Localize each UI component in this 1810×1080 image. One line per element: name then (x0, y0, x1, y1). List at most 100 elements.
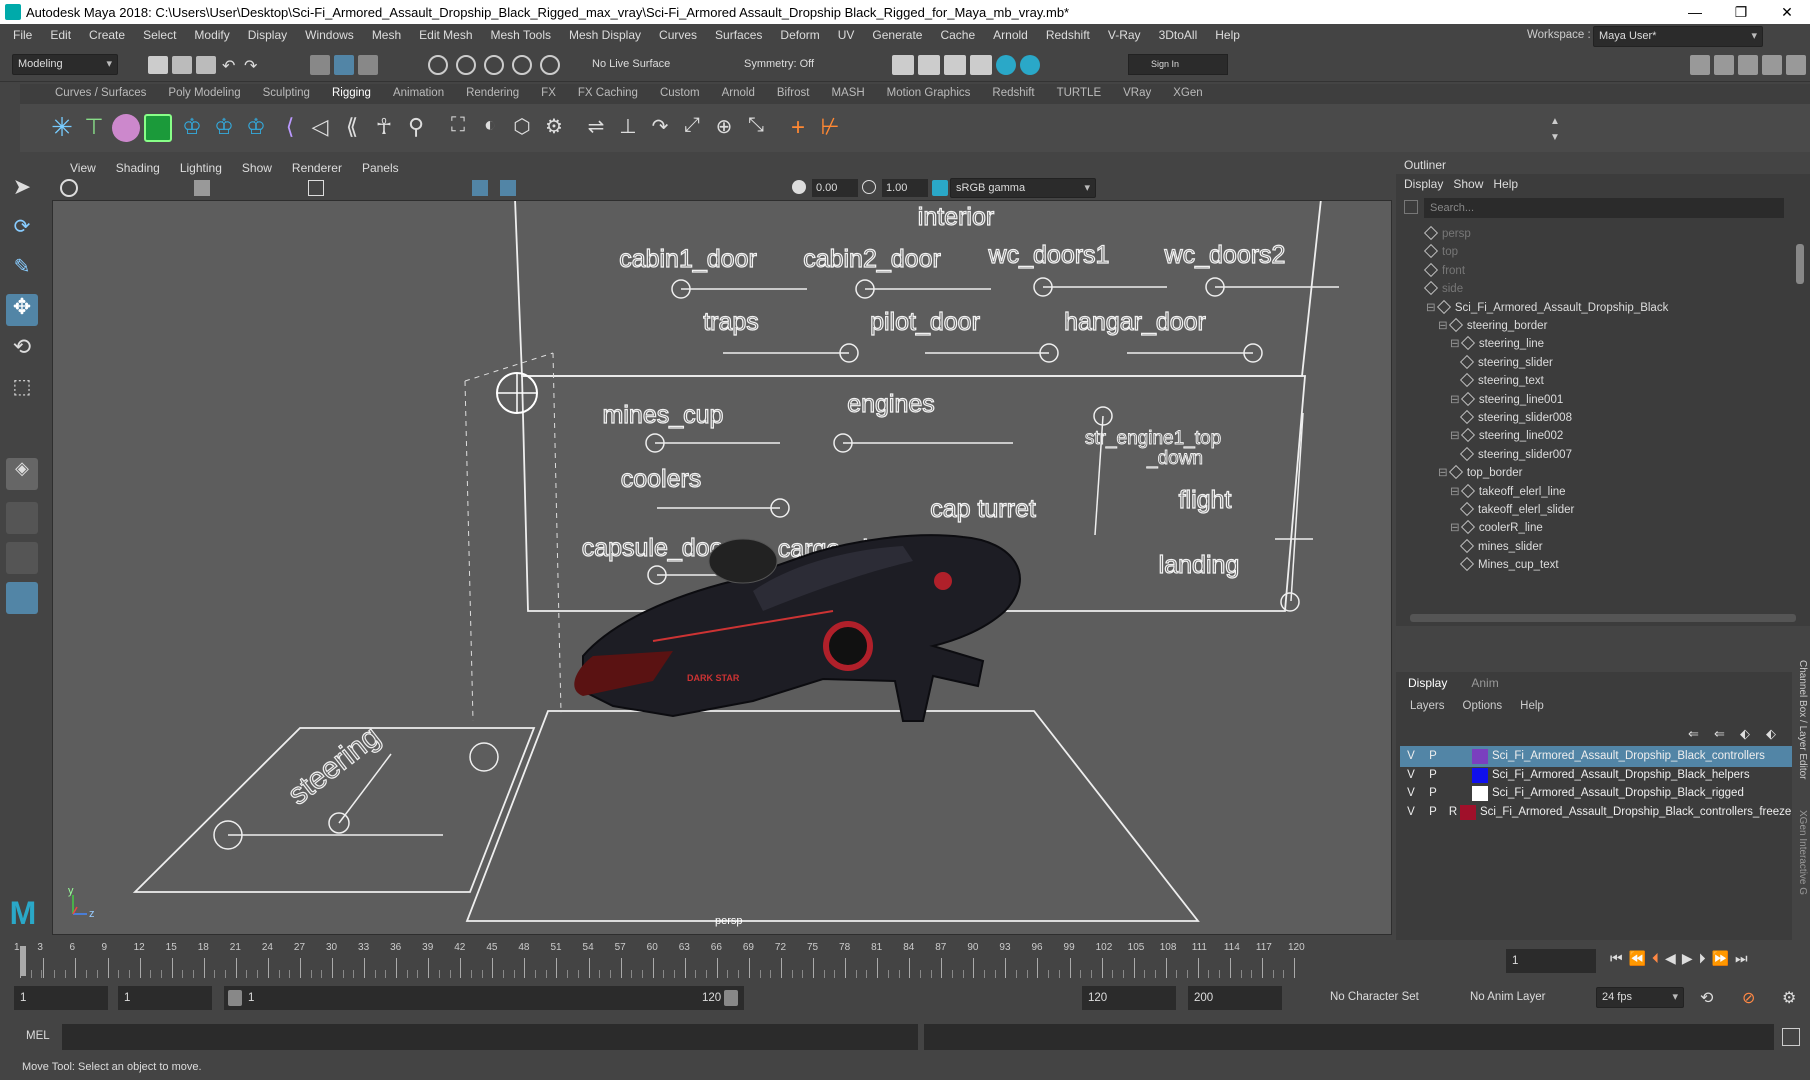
humanik-icon-3[interactable]: ♔ (242, 114, 270, 142)
rotate-tool-icon[interactable]: ⟲ (6, 334, 38, 366)
aim-constraint-icon[interactable]: ◐ (476, 114, 504, 142)
set-driven-key-icon[interactable]: ⇌ (582, 114, 610, 142)
menu-cache[interactable]: Cache (931, 28, 984, 42)
two-view-layout-icon[interactable] (6, 542, 38, 574)
menu-3dtoall[interactable]: 3DtoAll (1150, 28, 1207, 42)
new-layer-selected-icon[interactable]: ⬖ (1766, 726, 1776, 742)
menu-edit-mesh[interactable]: Edit Mesh (410, 28, 481, 42)
expand-toggle-icon[interactable]: ⊟ (1438, 320, 1451, 332)
save-scene-icon[interactable] (196, 56, 216, 74)
snap-grid-icon[interactable] (428, 55, 448, 75)
wire-icon[interactable]: ⟪ (338, 114, 366, 142)
menu-deform[interactable]: Deform (771, 28, 828, 42)
bend-deformer-icon[interactable]: ↷ (646, 114, 674, 142)
scale-tool-icon[interactable]: ⬚ (6, 374, 38, 406)
outliner-search-input[interactable]: Search... (1424, 198, 1784, 218)
step-back-frame-icon[interactable]: ⏴ (1652, 950, 1659, 967)
playback-end-field[interactable]: 120 (1082, 986, 1176, 1010)
play-backwards-icon[interactable]: ◀ (1665, 950, 1676, 967)
viewport-menu-shading[interactable]: Shading (106, 161, 170, 175)
menu-mesh[interactable]: Mesh (363, 28, 410, 42)
render-view-icon[interactable] (1020, 55, 1040, 75)
layer-menu-layers[interactable]: Layers (1410, 700, 1463, 712)
twist-deformer-icon[interactable]: ⤢ (678, 114, 706, 142)
color-space-dropdown[interactable]: sRGB gamma (950, 178, 1096, 198)
step-back-key-icon[interactable]: ⏪ (1629, 950, 1646, 967)
range-slider[interactable]: 1 120 (224, 986, 744, 1010)
viewport-menu-show[interactable]: Show (232, 161, 282, 175)
shelf-tab-motion-graphics[interactable]: Motion Graphics (876, 87, 982, 99)
layer-color-swatch[interactable] (1472, 749, 1488, 764)
time-slider[interactable]: 1 3 6 9 12 15 18 21 24 27 30 33 36 39 42 45 48 51 54 57 60 63… (14, 940, 1500, 980)
steering-slider007[interactable] (469, 742, 499, 772)
scene-end-field[interactable]: 200 (1188, 986, 1282, 1010)
outliner-menu-display[interactable]: Display (1404, 174, 1453, 194)
shelf-tab-mash[interactable]: MASH (820, 87, 875, 99)
ground-plane-border[interactable] (465, 710, 1200, 922)
maximize-button[interactable]: ❐ (1718, 0, 1764, 24)
shelf-scroll-up-icon[interactable]: ▲ (1550, 116, 1560, 127)
outliner-menu-help[interactable]: Help (1493, 174, 1528, 194)
anim-preferences-icon[interactable]: ⚙ (1782, 988, 1796, 1008)
workspace-dropdown[interactable]: Maya User* (1593, 26, 1763, 47)
lasso-tool-icon[interactable]: ⟳ (6, 214, 38, 246)
shelf-tab-curves-surfaces[interactable]: Curves / Surfaces (44, 87, 157, 99)
move-manipulator[interactable] (496, 372, 538, 414)
menu-uv[interactable]: UV (829, 28, 864, 42)
render-sequence-icon[interactable] (918, 55, 940, 75)
menu-display[interactable]: Display (239, 28, 296, 42)
shelf-tab-animation[interactable]: Animation (382, 87, 455, 99)
outliner-icon[interactable] (1786, 55, 1806, 75)
minimize-button[interactable]: — (1672, 0, 1718, 24)
outliner-scrollbar[interactable] (1796, 244, 1804, 284)
layer-menu-options[interactable]: Options (1463, 700, 1521, 712)
shelf-tab-poly-modeling[interactable]: Poly Modeling (157, 87, 251, 99)
snap-point-icon[interactable] (484, 55, 504, 75)
menu-redshift[interactable]: Redshift (1037, 28, 1099, 42)
shelf-tab-turtle[interactable]: TURTLE (1046, 87, 1113, 99)
shelf-tab-bifrost[interactable]: Bifrost (766, 87, 821, 99)
lattice-icon[interactable]: ◁ (306, 114, 334, 142)
dropship-model[interactable]: DARK STAR (574, 534, 1021, 722)
sign-in-button[interactable]: Sign In (1128, 54, 1228, 75)
redo-icon[interactable]: ↷ (244, 56, 257, 76)
shelf-tab-fx-caching[interactable]: FX Caching (567, 87, 649, 99)
layer-color-swatch[interactable] (1472, 767, 1488, 783)
orient-constraint-icon[interactable]: ⬡ (508, 114, 536, 142)
channel-box-tab[interactable]: Channel Box / Layer Editor (1794, 660, 1808, 800)
joint-orient-icon[interactable]: ⚲ (402, 114, 430, 142)
layer-visibility-toggle[interactable]: V (1402, 802, 1420, 823)
menu-file[interactable]: File (4, 28, 41, 42)
shelf-scroll-down-icon[interactable]: ▼ (1550, 132, 1560, 143)
render-frame-icon[interactable] (892, 55, 914, 75)
step-forward-frame-icon[interactable]: ⏵ (1699, 950, 1706, 967)
select-by-component-icon[interactable] (358, 55, 378, 75)
snap-surface-icon[interactable] (540, 55, 560, 75)
layer-move-up-icon[interactable]: ⇐ (1688, 726, 1699, 742)
mode-dropdown[interactable]: Modeling (12, 54, 118, 75)
layer-tab-display[interactable]: Display (1396, 676, 1459, 690)
menu-mesh-tools[interactable]: Mesh Tools (482, 28, 560, 42)
expand-toggle-icon[interactable]: ⊟ (1438, 467, 1451, 479)
layer-move-down-icon[interactable]: ⇐ (1714, 726, 1725, 742)
skeleton-icon[interactable]: ☥ (370, 114, 398, 142)
joint-tool-icon[interactable]: ✳ (48, 114, 76, 142)
bind-skin-icon[interactable] (144, 114, 172, 142)
select-by-object-icon[interactable] (334, 55, 354, 75)
locator-icon[interactable]: + (784, 114, 812, 142)
wrap-deformer-icon[interactable]: ⤡ (742, 114, 770, 142)
shelf-tab-xgen[interactable]: XGen (1162, 87, 1213, 99)
shelf-tab-vray[interactable]: VRay (1112, 87, 1162, 99)
grid-icon[interactable] (308, 180, 324, 196)
xgen-tab[interactable]: XGen Interactive G (1794, 810, 1808, 930)
image-plane-icon[interactable] (194, 180, 210, 196)
paint-select-icon[interactable]: ✎ (6, 254, 38, 286)
modeling-toolkit-icon[interactable] (1690, 55, 1710, 75)
current-frame-field[interactable]: 1 (1506, 949, 1596, 973)
layer-playback-toggle[interactable]: P (1424, 802, 1442, 823)
wireframe-on-shaded-icon[interactable] (500, 180, 516, 196)
undo-icon[interactable]: ↶ (222, 56, 235, 76)
shelf-tab-redshift[interactable]: Redshift (981, 87, 1045, 99)
ipr-render-icon[interactable] (944, 55, 966, 75)
expand-toggle-icon[interactable]: ⊟ (1450, 338, 1463, 350)
